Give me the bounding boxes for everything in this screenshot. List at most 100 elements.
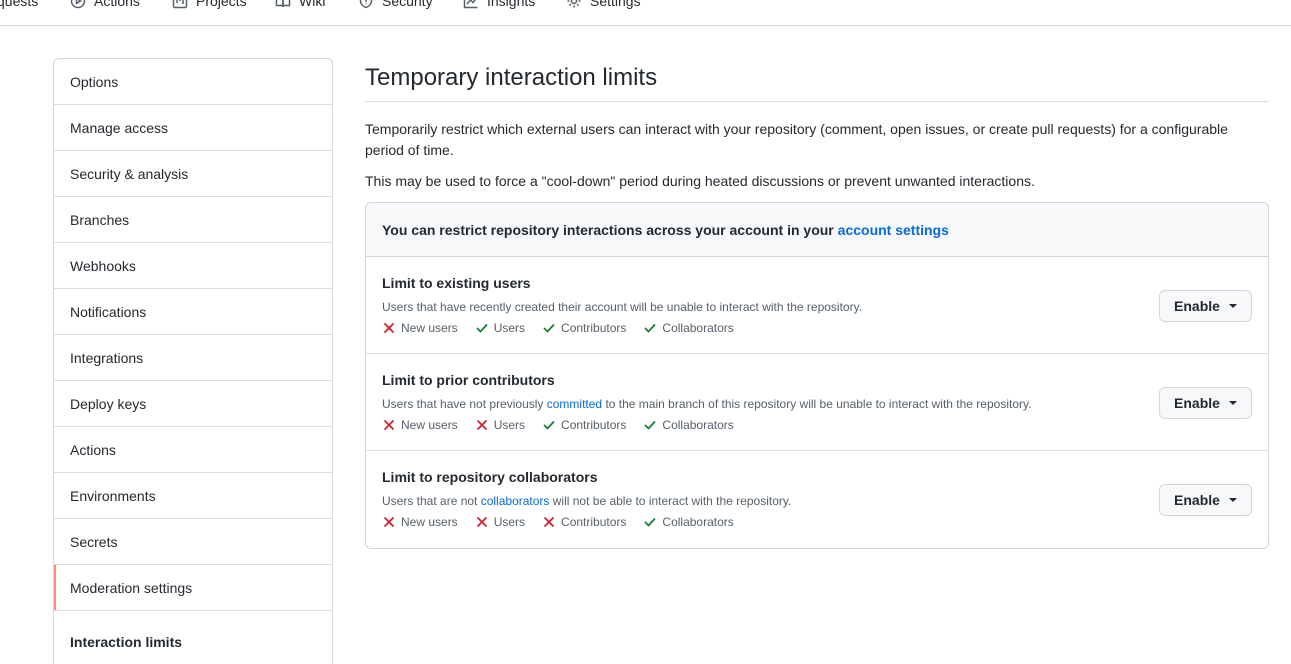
- check-icon: [645, 518, 656, 527]
- account-settings-notice: You can restrict repository interactions…: [366, 203, 1268, 257]
- sidebar-item-label: Deploy keys: [70, 396, 147, 412]
- perm-new-users: New users: [382, 321, 458, 335]
- x-icon: [384, 420, 394, 430]
- sidebar-item-label: Security & analysis: [70, 166, 189, 182]
- desc-text: Users that have not previously: [382, 397, 547, 411]
- perm-label: Contributors: [561, 418, 627, 432]
- project-icon: [172, 0, 188, 9]
- enable-button[interactable]: Enable: [1159, 290, 1252, 322]
- account-settings-link[interactable]: account settings: [838, 222, 949, 238]
- x-icon: [384, 323, 394, 333]
- button-label: Enable: [1174, 298, 1220, 314]
- perm-label: Collaborators: [662, 418, 734, 432]
- enable-button[interactable]: Enable: [1159, 484, 1252, 516]
- perm-label: Users: [493, 321, 526, 335]
- graph-icon: [463, 0, 478, 9]
- sidebar-item-notifications[interactable]: Notifications: [54, 289, 332, 335]
- perm-users: Users: [475, 321, 525, 335]
- x-icon: [476, 420, 487, 430]
- desc-text: Users that have recently created their a…: [382, 300, 863, 314]
- perm-label: New users: [401, 321, 458, 335]
- tab-label: Wiki: [299, 0, 326, 9]
- sidebar-item-moderation-settings[interactable]: Moderation settings: [54, 565, 332, 611]
- desc-text: will not be able to interact with the re…: [549, 494, 792, 508]
- book-icon: [275, 0, 291, 8]
- sidebar-item-label: Interaction limits: [70, 634, 183, 650]
- tab-label: Actions: [94, 0, 140, 9]
- perm-label: Users: [493, 418, 526, 432]
- tab-label: Settings: [590, 0, 641, 9]
- perm-users: Users: [475, 515, 525, 529]
- perm-label: Contributors: [561, 515, 627, 529]
- sidebar-item-secrets[interactable]: Secrets: [54, 519, 332, 565]
- main-content: Temporary interaction limits Temporarily…: [365, 58, 1269, 549]
- sidebar-item-deploy-keys[interactable]: Deploy keys: [54, 381, 332, 427]
- committed-link[interactable]: committed: [547, 397, 602, 411]
- tab-actions[interactable]: Actions: [70, 0, 140, 9]
- check-icon: [543, 324, 555, 333]
- caret-down-icon: [1228, 401, 1237, 405]
- sidebar-item-integrations[interactable]: Integrations: [54, 335, 332, 381]
- permission-list: New users Users Contributors Collaborato…: [382, 418, 751, 432]
- page-title: Temporary interaction limits: [365, 58, 1269, 102]
- sidebar-subitem-interaction-limits[interactable]: Interaction limits: [54, 611, 332, 664]
- sidebar-item-actions[interactable]: Actions: [54, 427, 332, 473]
- perm-label: Collaborators: [662, 515, 734, 529]
- description: Temporarily restrict which external user…: [365, 121, 1228, 158]
- tab-label: Insights: [487, 0, 536, 9]
- shield-icon: [359, 0, 373, 9]
- check-icon: [543, 421, 555, 430]
- tab-wiki[interactable]: Wiki: [275, 0, 325, 9]
- limit-title: Limit to repository collaborators: [382, 469, 598, 485]
- perm-collaborators: Collaborators: [643, 321, 734, 335]
- limit-row-prior-contributors: Limit to prior contributors Users that h…: [366, 354, 1268, 451]
- sidebar-item-label: Notifications: [70, 304, 147, 320]
- sidebar-item-label: Options: [70, 74, 119, 90]
- button-label: Enable: [1174, 492, 1220, 508]
- settings-sidebar: Options Manage access Security & analysi…: [53, 58, 333, 664]
- permission-list: New users Users Contributors Collaborato…: [382, 321, 751, 335]
- collaborators-link[interactable]: collaborators: [481, 494, 550, 508]
- perm-label: New users: [401, 418, 458, 432]
- caret-down-icon: [1228, 304, 1237, 308]
- sidebar-item-security-analysis[interactable]: Security & analysis: [54, 151, 332, 197]
- tab-label: Security: [382, 0, 433, 9]
- gear-icon: [567, 0, 581, 8]
- notice-text: You can restrict repository interactions…: [382, 222, 838, 238]
- x-icon: [476, 517, 487, 527]
- sidebar-item-label: Actions: [70, 442, 116, 458]
- permission-list: New users Users Contributors Collaborato…: [382, 515, 751, 529]
- tab-pull-requests[interactable]: quests: [0, 0, 38, 9]
- sidebar-item-environments[interactable]: Environments: [54, 473, 332, 519]
- sidebar-item-label: Environments: [70, 488, 156, 504]
- sidebar-item-label: Integrations: [70, 350, 144, 366]
- limit-description: Users that have not previously committed…: [382, 397, 1031, 411]
- tab-projects[interactable]: Projects: [172, 0, 247, 9]
- tab-settings[interactable]: Settings: [566, 0, 641, 9]
- enable-button[interactable]: Enable: [1159, 387, 1252, 419]
- description-secondary: This may be used to force a "cool-down" …: [365, 173, 1035, 189]
- sidebar-item-webhooks[interactable]: Webhooks: [54, 243, 332, 289]
- perm-collaborators: Collaborators: [643, 515, 734, 529]
- limit-title: Limit to existing users: [382, 275, 531, 291]
- x-icon: [544, 517, 554, 527]
- interaction-limits-box: You can restrict repository interactions…: [365, 202, 1269, 549]
- play-icon: [70, 0, 86, 9]
- desc-text: to the main branch of this repository wi…: [602, 397, 1032, 411]
- sidebar-item-options[interactable]: Options: [54, 59, 332, 105]
- perm-contributors: Contributors: [542, 515, 626, 529]
- perm-label: New users: [401, 515, 458, 529]
- sidebar-item-label: Manage access: [70, 120, 169, 136]
- tab-insights[interactable]: Insights: [463, 0, 535, 9]
- sidebar-item-label: Secrets: [70, 534, 118, 550]
- limit-row-existing-users: Limit to existing users Users that have …: [366, 257, 1268, 354]
- perm-label: Contributors: [561, 321, 627, 335]
- repo-nav: quests Actions Projects Wiki Security In…: [0, 0, 1291, 26]
- limit-row-repository-collaborators: Limit to repository collaborators Users …: [366, 451, 1268, 548]
- check-icon: [476, 324, 488, 333]
- sidebar-item-manage-access[interactable]: Manage access: [54, 105, 332, 151]
- limit-description: Users that are not collaborators will no…: [382, 494, 791, 508]
- sidebar-item-branches[interactable]: Branches: [54, 197, 332, 243]
- tab-label: Projects: [196, 0, 247, 9]
- tab-security[interactable]: Security: [358, 0, 433, 9]
